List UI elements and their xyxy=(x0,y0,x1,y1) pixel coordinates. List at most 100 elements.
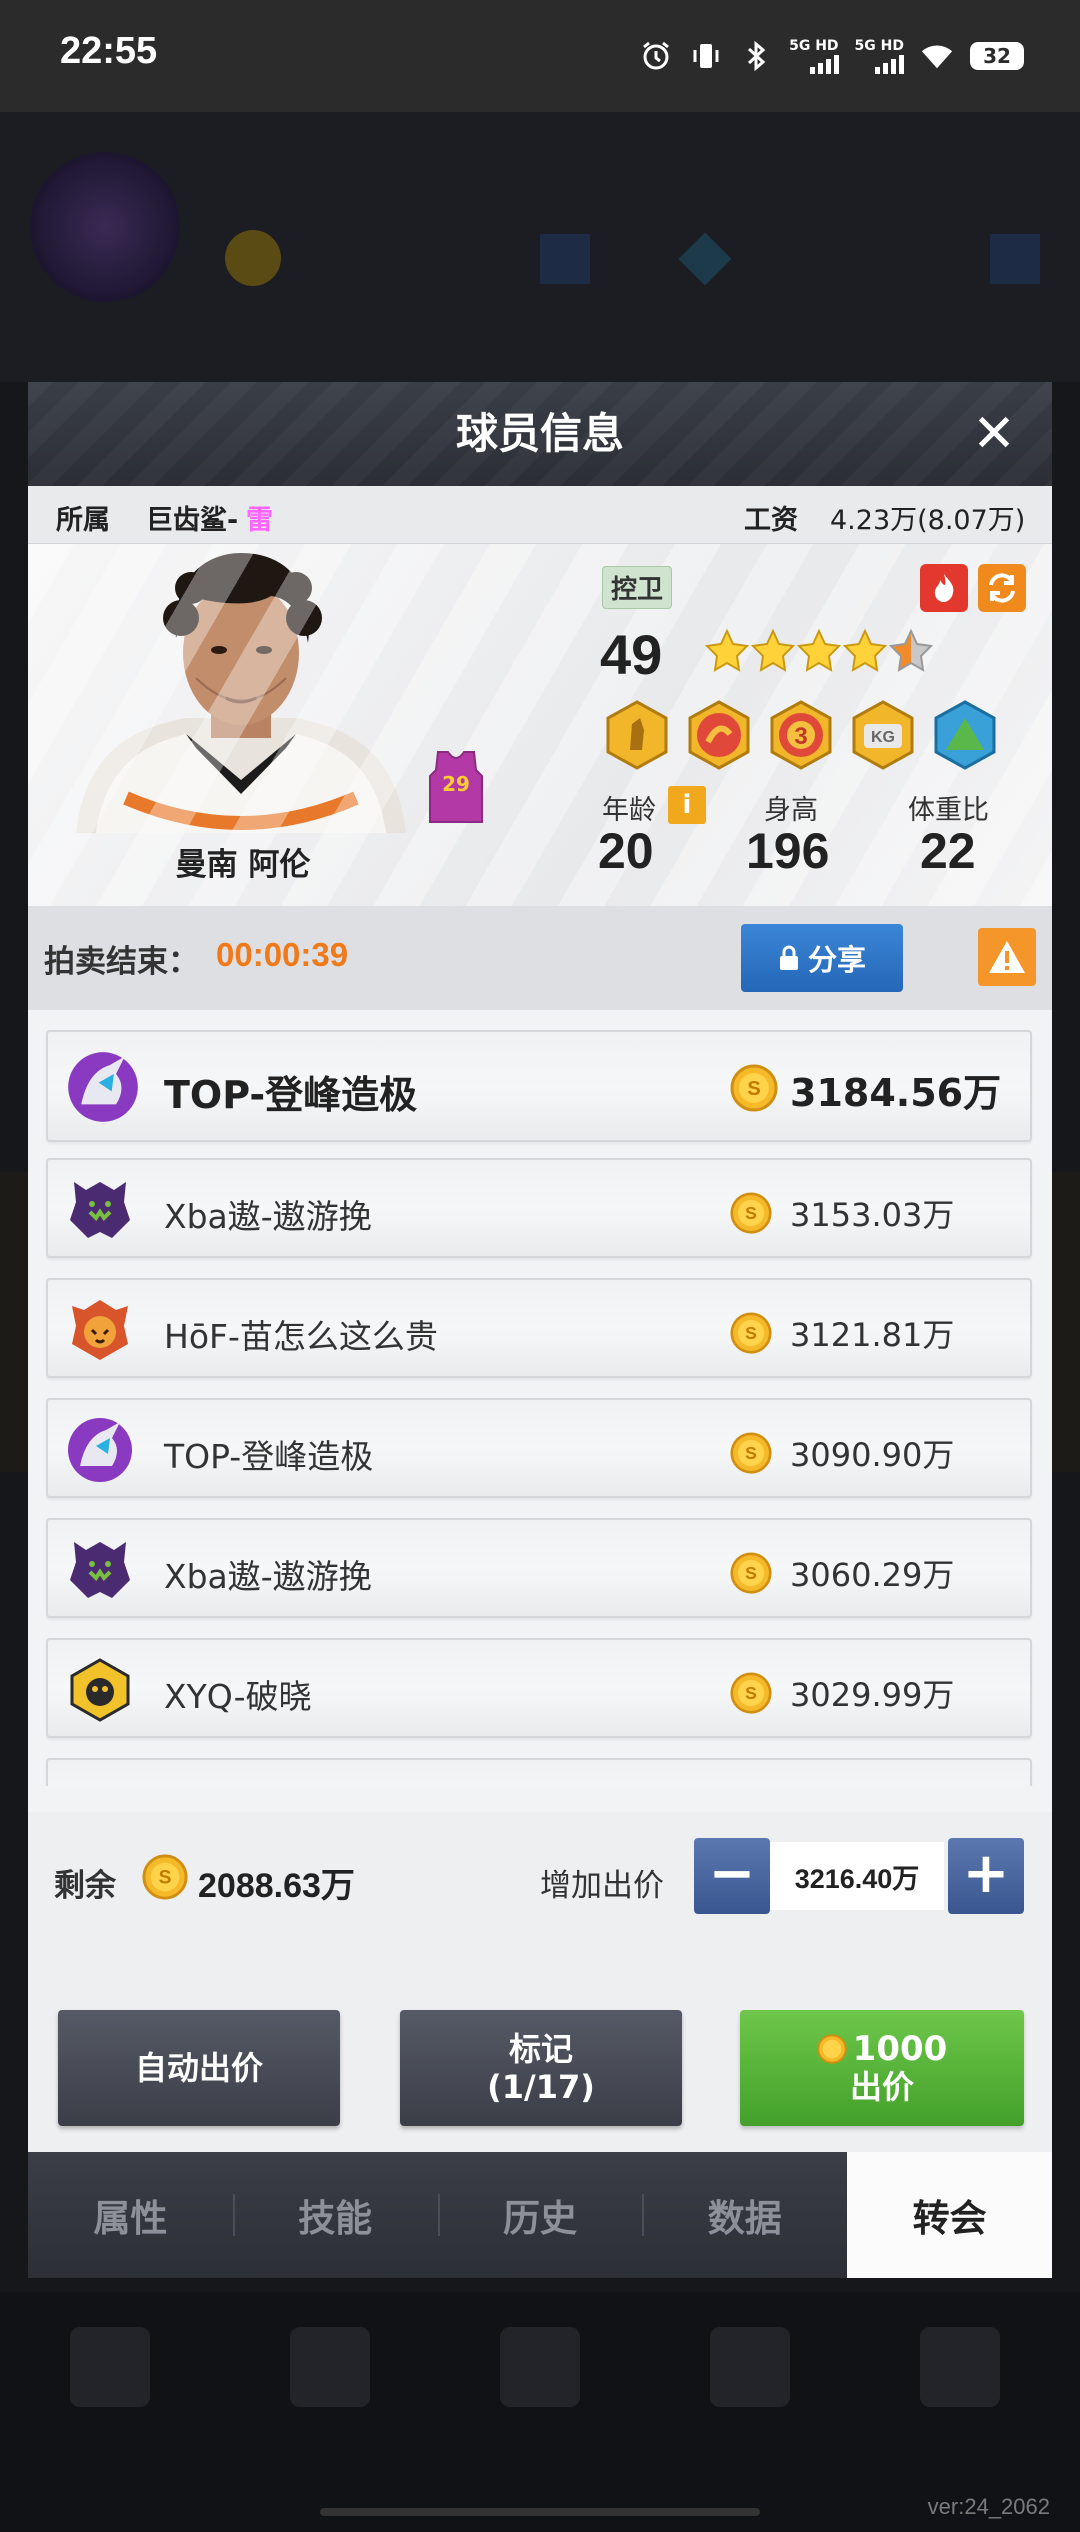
bid-cost-row: 1000 xyxy=(816,2030,947,2068)
svg-text:S: S xyxy=(745,1443,757,1463)
bid-team-name: HōF-苗怎么这么贵 xyxy=(164,1317,438,1356)
status-time: 22:55 xyxy=(60,30,158,72)
bid-team-name: TOP-登峰造极 xyxy=(164,1073,418,1117)
bid-list[interactable]: TOP-登峰造极 S 3184.56万 Xba遨-遨游挽 S 3153.03万 … xyxy=(28,1010,1052,1786)
bid-amount: 3153.03万 xyxy=(790,1196,955,1234)
fire-icon[interactable] xyxy=(920,564,968,612)
svg-text:S: S xyxy=(747,1078,760,1100)
star-icon xyxy=(750,628,796,672)
team-salary-strip: 所属 巨齿鲨- 雷 工资 4.23万(8.07万) xyxy=(28,486,1052,544)
coin-icon: S xyxy=(730,1192,772,1234)
network-label-1: 5G HD xyxy=(789,37,839,54)
svg-text:3: 3 xyxy=(794,723,807,750)
background-nav-icon xyxy=(710,2327,790,2407)
swap-icon[interactable] xyxy=(978,564,1026,612)
player-portrait xyxy=(76,553,406,833)
star-rating xyxy=(704,628,934,674)
svg-text:S: S xyxy=(159,1868,172,1889)
tab-transfer[interactable]: 转会 xyxy=(847,2152,1052,2278)
team-name: 巨齿鲨- xyxy=(146,505,239,536)
status-bar: 22:55 5G HD 5G HD 32 xyxy=(0,0,1080,112)
star-icon xyxy=(796,628,842,672)
bid-team-name: XYQ-破晓 xyxy=(164,1677,312,1716)
svg-text:S: S xyxy=(745,1203,757,1223)
background-coin-icon xyxy=(225,230,281,286)
close-icon[interactable]: ✕ xyxy=(966,406,1022,462)
star-icon xyxy=(704,628,750,672)
bid-amount: 3121.81万 xyxy=(790,1316,955,1354)
bid-team-name: Xba遨-遨游挽 xyxy=(164,1197,372,1236)
tab-attributes[interactable]: 属性 xyxy=(28,2152,233,2278)
coin-icon xyxy=(816,2034,847,2064)
auction-countdown: 00:00:39 xyxy=(216,936,349,973)
signal-1-icon: 5G HD xyxy=(789,37,839,74)
share-label: 分享 xyxy=(807,943,866,977)
modal-title: 球员信息 xyxy=(455,409,624,458)
tab-history[interactable]: 历史 xyxy=(437,2152,643,2278)
star-icon xyxy=(842,628,888,672)
bid-team-name: TOP-登峰造极 xyxy=(164,1437,374,1476)
bid-amount-input[interactable] xyxy=(770,1842,944,1910)
svg-text:S: S xyxy=(745,1563,757,1583)
bid-row: Xba遨-遨游挽 S 3060.29万 xyxy=(46,1518,1032,1618)
age-info-icon[interactable]: i xyxy=(668,786,706,824)
mark-label: 标记 xyxy=(508,2030,573,2068)
bluetooth-icon xyxy=(739,39,773,73)
green-badge-icon xyxy=(934,700,996,770)
background-nav-icon xyxy=(920,2327,1000,2407)
remaining-label: 剩余 xyxy=(54,1868,116,1904)
bid-row: XYQ-破晓 S 3029.99万 xyxy=(46,1638,1032,1738)
network-label-2: 5G HD xyxy=(854,37,904,54)
version-label: ver:24_2062 xyxy=(927,2494,1050,2519)
bid-row: TOP-登峰造极 S 3184.56万 xyxy=(46,1030,1032,1142)
overall-rating: 49 xyxy=(600,623,663,686)
coin-icon: S xyxy=(730,1312,772,1354)
bid-button[interactable]: 1000 出价 xyxy=(740,2010,1024,2126)
bid-amount: 3090.90万 xyxy=(790,1436,955,1474)
bid-row: TOP-登峰造极 S 3090.90万 xyxy=(46,1398,1032,1498)
coin-icon: S xyxy=(730,1064,778,1112)
alarm-icon xyxy=(639,39,673,73)
bid-row-partial xyxy=(46,1758,1032,1786)
tab-data[interactable]: 数据 xyxy=(642,2152,847,2278)
bid-amount: 3184.56万 xyxy=(790,1071,1002,1115)
auto-bid-button[interactable]: 自动出价 xyxy=(58,2010,340,2126)
tiger-team-logo xyxy=(72,1300,128,1360)
salary-value: 4.23万(8.07万) xyxy=(830,505,1026,536)
share-button[interactable]: 分享 xyxy=(741,924,903,992)
coin-icon: S xyxy=(730,1552,772,1594)
bid-row: Xba遨-遨游挽 S 3153.03万 xyxy=(46,1158,1032,1258)
auction-bar: 拍卖结束： 00:00:39 分享 xyxy=(28,906,1052,1010)
three-badge-icon: 3 xyxy=(770,700,832,770)
background-plus-icon xyxy=(540,234,590,284)
warning-icon[interactable] xyxy=(978,928,1036,986)
unicorn-team-logo xyxy=(68,1052,138,1122)
background-header xyxy=(0,112,1080,382)
red-badge-icon xyxy=(688,700,750,770)
gold-badge-icon xyxy=(606,700,668,770)
tab-skills[interactable]: 技能 xyxy=(232,2152,438,2278)
background-team-logo xyxy=(30,152,180,302)
bid-label: 出价 xyxy=(849,2068,914,2106)
mark-count: (1/17) xyxy=(487,2068,595,2106)
home-indicator xyxy=(320,2508,760,2516)
coin-icon: S xyxy=(730,1672,772,1714)
lock-icon xyxy=(779,945,798,970)
auto-bid-label: 自动出价 xyxy=(134,2049,263,2087)
raise-bid-label: 增加出价 xyxy=(540,1868,664,1904)
background-nav-icon xyxy=(70,2327,150,2407)
bid-team-name: Xba遨-遨游挽 xyxy=(164,1557,372,1596)
bid-amount: 3029.99万 xyxy=(790,1676,955,1714)
age-value: 20 xyxy=(598,823,654,879)
coin-icon: S xyxy=(142,1854,188,1900)
player-profile: 29 曼南 阿伦 控卫 49 3 KG 年龄 i 身高 体重比 20 196 2… xyxy=(28,544,1052,906)
wifi-icon xyxy=(920,39,954,73)
bid-row: HōF-苗怎么这么贵 S 3121.81万 xyxy=(46,1278,1032,1378)
decrease-bid-button[interactable]: − xyxy=(694,1838,770,1914)
team-label: 所属 xyxy=(56,505,110,536)
salary-label: 工资 xyxy=(744,505,798,536)
vibrate-icon xyxy=(689,39,723,73)
mark-button[interactable]: 标记 (1/17) xyxy=(400,2010,682,2126)
increase-bid-button[interactable]: + xyxy=(948,1838,1024,1914)
svg-text:KG: KG xyxy=(871,729,895,746)
